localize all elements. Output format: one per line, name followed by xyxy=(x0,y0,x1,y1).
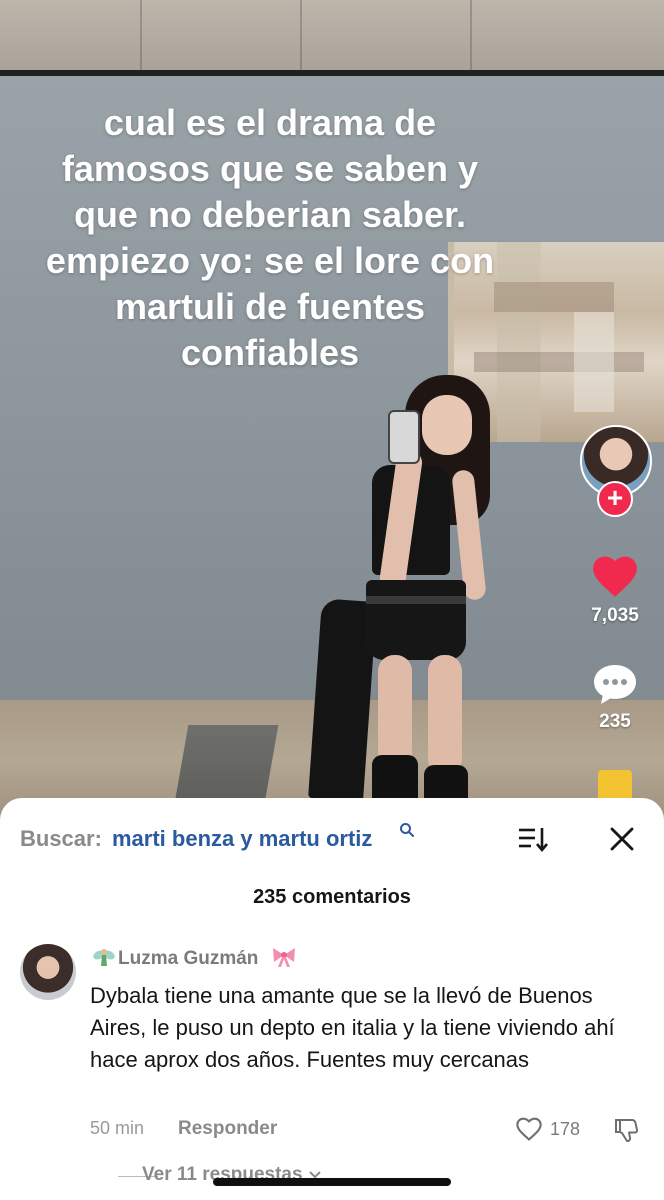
comments-sheet: Buscar: marti benza y martu ortiz 235 co… xyxy=(0,798,664,1200)
phone xyxy=(388,410,420,464)
video-player[interactable]: cual es el drama de famosos que se saben… xyxy=(0,0,664,820)
reply-button[interactable]: Responder xyxy=(178,1118,277,1140)
comment-meta-row: 50 min Responder 178 xyxy=(90,1116,650,1146)
comment-bubble-icon[interactable] xyxy=(591,661,639,707)
heart-outline-icon[interactable] xyxy=(515,1116,543,1142)
painting-stroke xyxy=(574,312,614,412)
heart-icon[interactable] xyxy=(590,553,640,599)
comment-time: 50 min xyxy=(90,1118,145,1138)
home-indicator xyxy=(213,1178,451,1186)
comment-like-count: 178 xyxy=(550,1119,581,1139)
close-icon[interactable] xyxy=(607,824,637,854)
video-caption: cual es el drama de famosos que se saben… xyxy=(45,102,495,373)
shorts xyxy=(366,580,466,660)
person-figure xyxy=(308,370,500,820)
fairy-icon xyxy=(93,949,115,966)
search-query-link[interactable]: marti benza y martu ortiz xyxy=(112,826,372,852)
comment-author[interactable]: Luzma Guzmán xyxy=(118,948,258,970)
follow-button[interactable]: + xyxy=(597,481,633,517)
commenter-avatar[interactable] xyxy=(20,944,76,1000)
search-label: Buscar: xyxy=(20,826,102,851)
belt xyxy=(366,596,466,604)
comment-total: 235 comentarios xyxy=(253,886,411,908)
sort-icon[interactable] xyxy=(517,824,549,854)
comment-text: Dybala tiene una amante que se la llevó … xyxy=(90,983,615,1072)
leg xyxy=(428,655,462,775)
dislike-icon[interactable] xyxy=(612,1116,640,1144)
face xyxy=(422,395,472,455)
comment-count: 235 xyxy=(599,711,631,732)
bow-icon xyxy=(273,948,295,967)
search-icon[interactable] xyxy=(399,822,415,838)
like-count: 7,035 xyxy=(591,605,639,626)
